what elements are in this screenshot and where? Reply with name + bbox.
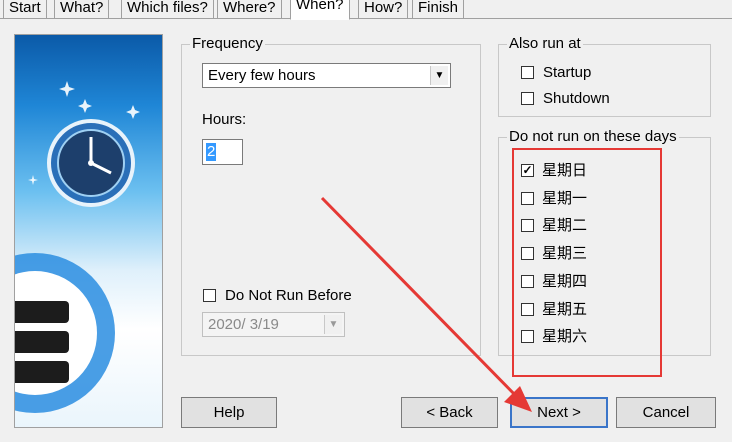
- tab-finish[interactable]: Finish: [412, 0, 465, 18]
- wizard-banner-image: [14, 34, 163, 428]
- cancel-button[interactable]: Cancel: [616, 397, 716, 428]
- frequency-dropdown[interactable]: Every few hours ▼: [202, 63, 451, 88]
- day-checkbox-wednesday[interactable]: [521, 247, 534, 260]
- excluded-days-title: Do not run on these days: [507, 128, 679, 146]
- frequency-group-title: Frequency: [190, 35, 265, 53]
- tab-how[interactable]: How?: [358, 0, 409, 18]
- next-button[interactable]: Next >: [510, 397, 608, 428]
- day-checkbox-saturday[interactable]: [521, 330, 534, 343]
- day-label-friday: 星期五: [542, 301, 588, 318]
- hours-input[interactable]: 2: [202, 139, 243, 165]
- back-button[interactable]: < Back: [401, 397, 498, 428]
- day-label-sunday: 星期日: [542, 162, 588, 179]
- day-checkbox-friday[interactable]: [521, 303, 534, 316]
- day-label-tuesday: 星期二: [542, 217, 588, 234]
- frequency-group: Frequency: [181, 35, 481, 356]
- tab-which-files[interactable]: Which files?: [121, 0, 214, 18]
- do-not-run-before-date: 2020/ 3/19: [208, 316, 279, 333]
- day-label-saturday: 星期六: [542, 328, 588, 345]
- day-checkbox-thursday[interactable]: [521, 275, 534, 288]
- product-logo-icon: [15, 253, 115, 413]
- tab-what[interactable]: What?: [54, 0, 110, 18]
- chevron-down-icon[interactable]: ▼: [324, 315, 342, 334]
- day-checkbox-tuesday[interactable]: [521, 219, 534, 232]
- startup-label: Startup: [543, 64, 592, 81]
- frequency-value: Every few hours: [208, 67, 316, 84]
- do-not-run-before-checkbox[interactable]: [203, 289, 216, 302]
- tab-where[interactable]: Where?: [217, 0, 282, 18]
- wizard-tab-strip: Start What? Which files? Where? When? Ho…: [0, 0, 732, 20]
- day-checkbox-sunday[interactable]: ✓: [521, 164, 534, 177]
- hours-label: Hours:: [202, 111, 247, 128]
- startup-checkbox[interactable]: [521, 66, 534, 79]
- do-not-run-before-label: Do Not Run Before: [225, 287, 352, 304]
- day-checkbox-monday[interactable]: [521, 192, 534, 205]
- help-button[interactable]: Help: [181, 397, 277, 428]
- tab-start[interactable]: Start: [3, 0, 47, 18]
- day-label-monday: 星期一: [542, 190, 588, 207]
- hours-value: 2: [206, 143, 217, 161]
- day-label-wednesday: 星期三: [542, 245, 588, 262]
- banner-artwork: [15, 81, 140, 413]
- shutdown-label: Shutdown: [543, 90, 610, 107]
- clock-icon: [47, 119, 135, 207]
- do-not-run-before-date-picker[interactable]: 2020/ 3/19 ▼: [202, 312, 345, 337]
- also-run-at-title: Also run at: [507, 35, 583, 53]
- chevron-down-icon[interactable]: ▼: [430, 66, 448, 85]
- day-label-thursday: 星期四: [542, 273, 588, 290]
- shutdown-checkbox[interactable]: [521, 92, 534, 105]
- tab-when[interactable]: When?: [290, 0, 350, 20]
